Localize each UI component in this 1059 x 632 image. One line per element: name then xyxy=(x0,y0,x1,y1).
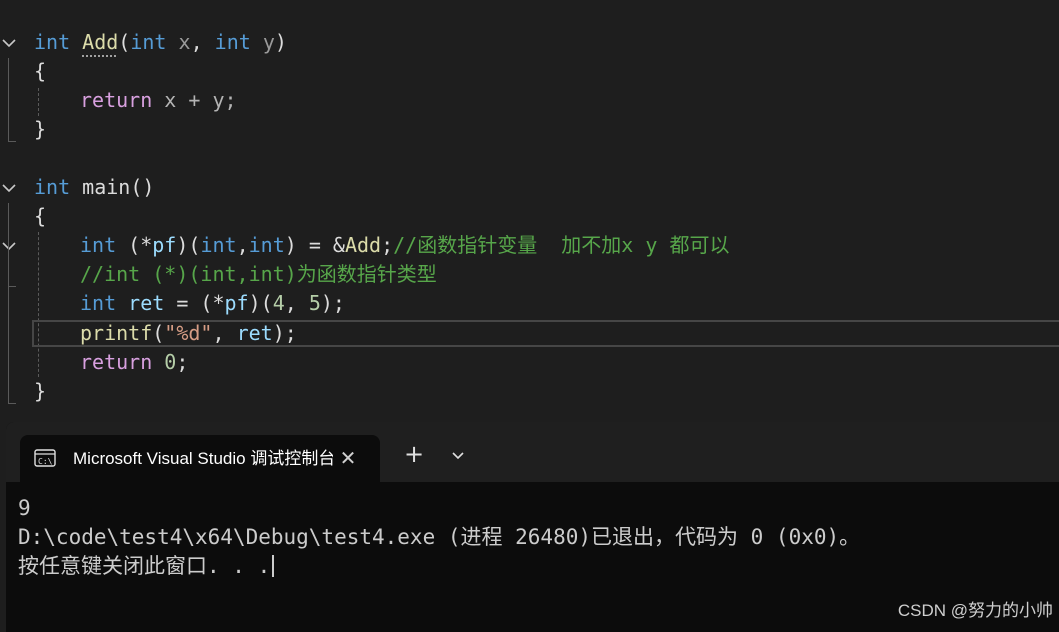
function-signature: main() xyxy=(70,175,155,199)
scope-guide-end xyxy=(8,141,16,142)
function-name: printf xyxy=(80,321,153,345)
keyword: int xyxy=(34,175,71,199)
number: 4 xyxy=(272,291,285,315)
fold-chevron-icon[interactable] xyxy=(0,34,18,52)
variable: pf xyxy=(224,291,249,315)
keyword: return xyxy=(80,350,153,374)
keyword: int xyxy=(200,233,237,257)
scope-guide xyxy=(8,58,9,142)
punct: ) xyxy=(274,30,287,54)
terminal-icon: C:\ xyxy=(34,449,56,467)
chevron-down-icon[interactable] xyxy=(448,446,468,466)
tab-title: Microsoft Visual Studio 调试控制台 xyxy=(73,449,333,468)
console-output-line: D:\code\test4\x64\Debug\test4.exe (进程 26… xyxy=(18,525,861,549)
fold-chevron-icon[interactable] xyxy=(0,179,18,197)
code-line-9[interactable]: int ret = (*pf)(4, 5); xyxy=(80,289,345,318)
punct: = (* xyxy=(164,291,225,315)
fold-chevron-icon[interactable] xyxy=(0,237,18,255)
punct: , xyxy=(284,291,309,315)
keyword: int xyxy=(80,291,117,315)
scope-guide-end xyxy=(8,286,16,287)
console-prompt-text: 按任意键关闭此窗口. . . xyxy=(18,554,271,578)
console-output-line: 9 xyxy=(18,496,31,520)
code-line-4[interactable]: } xyxy=(34,115,46,144)
indent-guide xyxy=(38,232,39,377)
punct: )( xyxy=(176,233,201,257)
code-line-11[interactable]: return 0; xyxy=(80,348,188,377)
comment: //函数指针变量 加不加x y 都可以 xyxy=(393,233,730,257)
code-line-6[interactable]: { xyxy=(34,202,46,231)
function-name: Add xyxy=(82,30,119,54)
variable: ret xyxy=(236,321,273,345)
string: "%d" xyxy=(164,321,213,345)
brace: } xyxy=(34,379,47,403)
keyword: int xyxy=(34,30,71,54)
punct: ); xyxy=(320,291,345,315)
brace: { xyxy=(34,59,47,83)
number: 5 xyxy=(308,291,321,315)
punct: ( xyxy=(118,30,131,54)
code-editor[interactable]: int Add(int x, int y) { return x + y; } … xyxy=(0,0,1059,420)
brace: { xyxy=(34,204,47,228)
terminal-tab-bar: C:\ Microsoft Visual Studio 调试控制台 ✕ + xyxy=(6,422,1059,482)
brace: } xyxy=(34,117,47,141)
param: x xyxy=(166,30,191,54)
keyword: return xyxy=(80,88,153,112)
code-line-2[interactable]: { xyxy=(34,57,46,86)
punct: (* xyxy=(116,233,153,257)
param: y xyxy=(250,30,275,54)
keyword: int xyxy=(214,30,251,54)
punct: , xyxy=(190,30,215,54)
punct: , xyxy=(236,233,249,257)
comment: //int (*)(int,int)为函数指针类型 xyxy=(80,262,437,286)
scope-guide xyxy=(8,203,9,403)
punct: ; xyxy=(381,233,394,257)
variable: ret xyxy=(116,291,165,315)
expression: x + y; xyxy=(152,88,237,112)
code-line-3[interactable]: return x + y; xyxy=(80,86,237,115)
svg-text:C:\: C:\ xyxy=(38,457,53,466)
code-line-1[interactable]: int Add(int x, int y) xyxy=(34,28,287,57)
punct: )( xyxy=(248,291,273,315)
punct: ); xyxy=(272,321,297,345)
code-line-8[interactable]: //int (*)(int,int)为函数指针类型 xyxy=(80,260,437,289)
keyword: int xyxy=(248,233,285,257)
code-line-5[interactable]: int main() xyxy=(34,173,154,202)
code-line-12[interactable]: } xyxy=(34,377,46,406)
text-cursor xyxy=(272,555,275,577)
number: 0 xyxy=(164,350,177,374)
plus-icon[interactable]: + xyxy=(402,442,426,466)
punct: ( xyxy=(152,321,165,345)
terminal-tab[interactable]: C:\ Microsoft Visual Studio 调试控制台 ✕ xyxy=(20,435,380,482)
indent-guide xyxy=(38,88,39,116)
keyword: int xyxy=(80,233,117,257)
watermark: CSDN @努力的小帅 xyxy=(897,601,1053,620)
function-name: Add xyxy=(344,233,382,257)
keyword: int xyxy=(130,30,167,54)
punct: ) = & xyxy=(284,233,345,257)
variable: pf xyxy=(152,233,177,257)
code-line-10[interactable]: printf("%d", ret); xyxy=(80,319,297,348)
close-icon[interactable]: ✕ xyxy=(337,447,359,469)
console-output-line: 按任意键关闭此窗口. . . xyxy=(18,552,275,581)
punct: , xyxy=(212,321,237,345)
punct: ; xyxy=(176,350,189,374)
code-line-7[interactable]: int (*pf)(int,int) = &Add;//函数指针变量 加不加x … xyxy=(80,231,729,260)
scope-guide-end xyxy=(8,403,16,404)
